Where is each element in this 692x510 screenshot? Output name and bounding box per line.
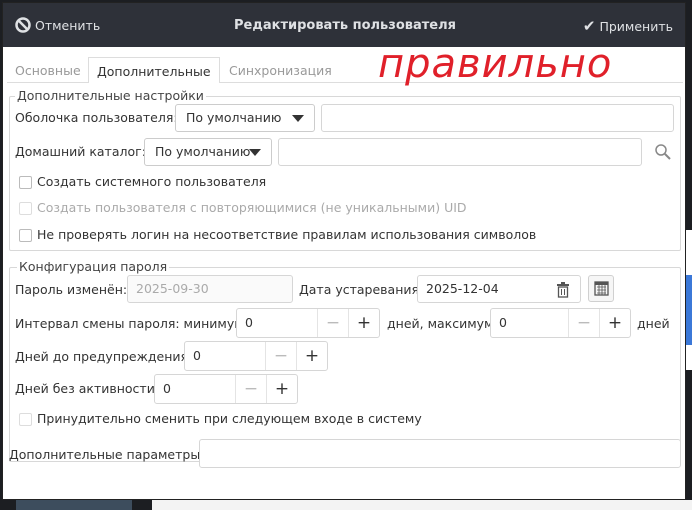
min-days-value[interactable]: 0 xyxy=(237,309,317,337)
chevron-down-icon xyxy=(292,115,304,122)
warn-days-value[interactable]: 0 xyxy=(185,342,265,370)
apply-label: Применить xyxy=(599,18,673,34)
increment-button[interactable]: + xyxy=(599,309,630,337)
decrement-button[interactable]: − xyxy=(317,309,348,337)
home-dropdown-value: По умолчанию xyxy=(155,144,251,159)
home-dropdown[interactable]: По умолчанию xyxy=(144,138,272,166)
shell-input[interactable] xyxy=(321,104,674,132)
interval-label: Интервал смены пароля: минимум xyxy=(15,316,244,331)
background-selection xyxy=(686,275,692,345)
shell-dropdown[interactable]: По умолчанию xyxy=(175,104,315,132)
handwritten-annotation: правильно xyxy=(378,41,613,87)
force-change-checkbox[interactable]: Принудительно сменить при следующем вход… xyxy=(19,411,422,426)
no-login-check-label: Не проверять логин на несоответствие пра… xyxy=(37,227,537,242)
advanced-settings-legend: Дополнительные настройки xyxy=(15,88,206,103)
inactive-days-label: Дней без активности: xyxy=(15,381,160,396)
shell-label: Оболочка пользователя: xyxy=(15,110,178,125)
checkbox-box xyxy=(19,176,32,189)
search-button[interactable] xyxy=(649,138,677,166)
tab-sync[interactable]: Синхронизация xyxy=(221,57,340,83)
decrement-button[interactable]: − xyxy=(235,375,266,403)
tab-advanced[interactable]: Дополнительные xyxy=(88,57,220,83)
check-icon: ✔ xyxy=(582,17,596,35)
extra-params-label: Дополнительные параметры: xyxy=(9,447,205,462)
nonunique-uid-label: Создать пользователя с повторяющимися (н… xyxy=(37,200,467,215)
decrement-button[interactable]: − xyxy=(568,309,599,337)
checkbox-box xyxy=(19,202,32,215)
increment-button[interactable]: + xyxy=(348,309,379,337)
warn-days-label: Дней до предупреждения: xyxy=(15,349,193,364)
edit-user-dialog: Отменить Редактировать пользователя ✔ Пр… xyxy=(2,2,686,500)
nonunique-uid-checkbox[interactable]: Создать пользователя с повторяющимися (н… xyxy=(19,200,467,215)
decrement-button[interactable]: − xyxy=(265,342,296,370)
background-panel xyxy=(152,500,692,510)
max-days-stepper[interactable]: 0− + xyxy=(490,308,631,338)
expire-date-value: 2025-12-04 xyxy=(426,281,499,296)
min-days-stepper[interactable]: 0− + xyxy=(236,308,380,338)
no-login-check-checkbox[interactable]: Не проверять логин на несоответствие пра… xyxy=(19,227,536,242)
expire-date-input[interactable]: 2025-12-04 xyxy=(417,275,581,303)
apply-button[interactable]: ✔ Применить xyxy=(583,17,673,35)
trash-icon[interactable] xyxy=(556,282,570,298)
max-days-value[interactable]: 0 xyxy=(491,309,568,337)
warn-days-stepper[interactable]: 0− + xyxy=(184,341,328,371)
shell-dropdown-value: По умолчанию xyxy=(186,110,282,125)
tab-basic[interactable]: Основные xyxy=(7,57,89,83)
home-label: Домашний каталог: xyxy=(15,144,146,159)
system-user-checkbox[interactable]: Создать системного пользователя xyxy=(19,174,266,189)
increment-button[interactable]: + xyxy=(266,375,297,403)
checkbox-box xyxy=(19,229,32,242)
system-user-label: Создать системного пользователя xyxy=(37,174,267,189)
calendar-icon xyxy=(594,281,609,296)
password-config-legend: Конфигурация пароля xyxy=(17,259,170,274)
checkbox-box xyxy=(19,413,32,426)
expire-label: Дата устаревания: xyxy=(299,282,424,297)
password-changed-input: 2025-09-30 xyxy=(127,275,293,303)
search-icon xyxy=(655,144,671,160)
home-input[interactable] xyxy=(278,138,642,166)
password-changed-label: Пароль изменён: xyxy=(15,282,128,297)
max-label: дней, максимум xyxy=(387,316,494,331)
inactive-days-value[interactable]: 0 xyxy=(155,375,235,403)
days-label: дней xyxy=(637,316,670,331)
force-change-label: Принудительно сменить при следующем вход… xyxy=(37,411,422,426)
increment-button[interactable]: + xyxy=(296,342,327,370)
inactive-days-stepper[interactable]: 0− + xyxy=(154,374,298,404)
chevron-down-icon xyxy=(249,149,261,156)
calendar-button[interactable] xyxy=(588,275,614,302)
background-image xyxy=(16,500,132,510)
extra-params-input[interactable] xyxy=(199,439,681,468)
